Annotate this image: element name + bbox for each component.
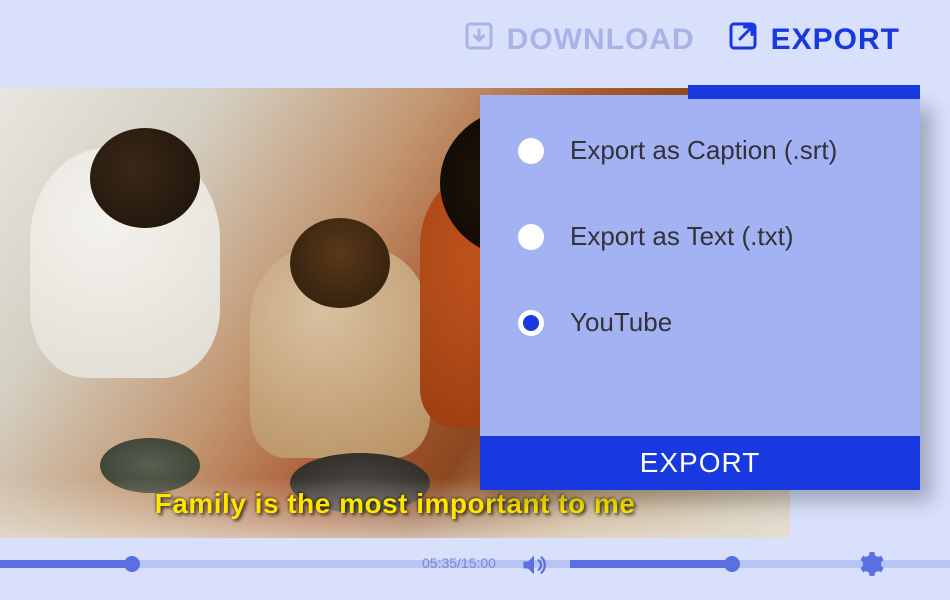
export-option-label: Export as Text (.txt) <box>570 221 793 252</box>
volume-thumb[interactable] <box>724 556 740 572</box>
volume-icon[interactable] <box>520 551 548 584</box>
export-icon <box>725 18 761 62</box>
player-controls: 05:35/15:00 <box>0 538 950 600</box>
radio-icon <box>518 224 544 250</box>
video-caption: Family is the most important to me <box>155 488 636 520</box>
radio-icon <box>518 138 544 164</box>
export-submit-button[interactable]: EXPORT <box>480 436 920 490</box>
export-panel-accent <box>688 85 920 99</box>
download-button[interactable]: DOWNLOAD <box>461 18 695 62</box>
download-icon <box>461 18 497 62</box>
export-panel: Export as Caption (.srt) Export as Text … <box>480 95 920 490</box>
export-option-txt[interactable]: Export as Text (.txt) <box>518 221 882 252</box>
progress-fill <box>0 560 130 568</box>
export-button[interactable]: EXPORT <box>725 18 900 62</box>
export-option-label: YouTube <box>570 307 672 338</box>
gear-icon[interactable] <box>855 549 885 584</box>
export-option-label: Export as Caption (.srt) <box>570 135 837 166</box>
download-label: DOWNLOAD <box>507 23 695 57</box>
top-actions-bar: DOWNLOAD EXPORT <box>461 18 900 62</box>
progress-thumb[interactable] <box>124 556 140 572</box>
export-option-srt[interactable]: Export as Caption (.srt) <box>518 135 882 166</box>
time-display: 05:35/15:00 <box>422 555 496 571</box>
export-label: EXPORT <box>771 23 900 57</box>
export-option-youtube[interactable]: YouTube <box>518 307 882 338</box>
radio-icon <box>518 310 544 336</box>
volume-fill <box>570 560 732 568</box>
export-options-list: Export as Caption (.srt) Export as Text … <box>480 95 920 338</box>
